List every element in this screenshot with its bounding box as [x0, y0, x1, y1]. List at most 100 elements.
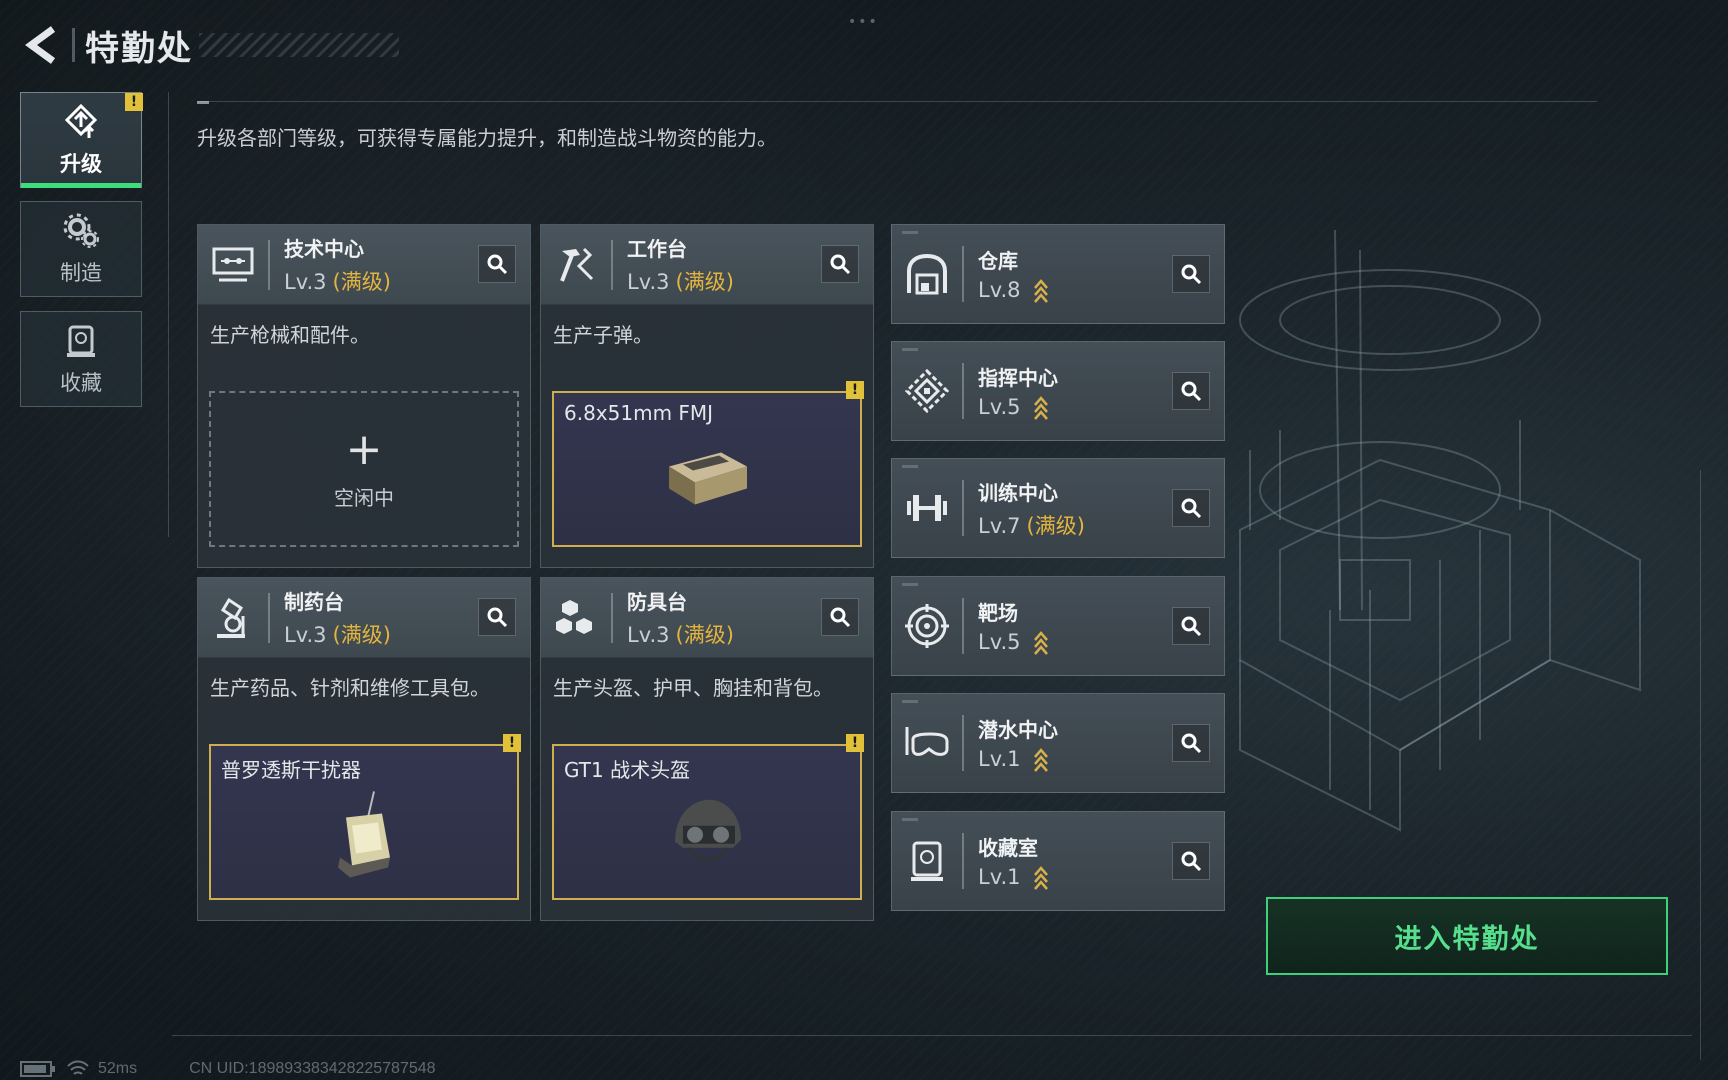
- diving-mask-icon: [892, 693, 962, 793]
- inspect-button[interactable]: [1172, 724, 1210, 762]
- facility-row-command-center[interactable]: 指挥中心 Lv.5: [891, 341, 1225, 441]
- search-icon: [487, 607, 508, 628]
- search-icon: [487, 254, 508, 275]
- ammo-box-image: [669, 452, 747, 505]
- production-slot[interactable]: GT1 战术头盔 !: [552, 734, 864, 900]
- facility-row-diving-center[interactable]: 潜水中心 Lv.1: [891, 693, 1225, 793]
- search-icon: [830, 607, 851, 628]
- row-divider: [962, 246, 964, 302]
- nav-tab-label: 制造: [60, 261, 102, 285]
- inspect-button[interactable]: [1172, 372, 1210, 410]
- inspect-button[interactable]: [1172, 489, 1210, 527]
- level-value: Lv.5: [978, 629, 1021, 654]
- facility-level: Lv.1: [978, 747, 1058, 773]
- inspect-button[interactable]: [478, 598, 516, 636]
- enter-button-label: 进入特勤处: [1394, 923, 1540, 955]
- facility-name: 训练中心: [978, 480, 1058, 505]
- search-icon: [1181, 616, 1202, 637]
- row-divider: [962, 833, 964, 889]
- status-footer: 52ms CN UID:18989338342822578754­8: [20, 1058, 436, 1080]
- facility-name: 技术中心: [284, 237, 364, 261]
- level-value: Lv.8: [978, 277, 1021, 302]
- inspect-button[interactable]: [821, 598, 859, 636]
- card-header: 防具台 Lv.3 (满级): [541, 578, 873, 658]
- inspect-button[interactable]: [1172, 607, 1210, 645]
- back-arrow-icon: [25, 26, 56, 64]
- jammer-device-image: [338, 791, 390, 878]
- right-divider: [1700, 470, 1701, 1060]
- divider-tick: [197, 101, 209, 104]
- wifi-icon: [67, 1060, 89, 1075]
- header-divider: [268, 592, 270, 643]
- uid-text: CN UID:18989338342822578754­8: [189, 1060, 436, 1077]
- facility-card-armor-bench: 防具台 Lv.3 (满级) 生产头盔、护甲、胸挂和背包。 GT1 战术头盔 !: [540, 577, 874, 921]
- row-divider: [962, 715, 964, 771]
- warning-badge: !: [503, 734, 521, 752]
- level-value: Lv.1: [978, 746, 1021, 771]
- maxed-label: (满级): [675, 623, 734, 647]
- level-value: Lv.5: [978, 394, 1021, 419]
- inspect-button[interactable]: [478, 245, 516, 283]
- level-value: Lv.3: [284, 270, 327, 294]
- page-title: 特勤处: [85, 28, 193, 69]
- maxed-label: (满级): [332, 270, 391, 294]
- facility-name: 收藏室: [978, 835, 1038, 860]
- facility-card-workbench: 工作台 Lv.3 (满级) 生产子弹。 6.8x51mm FMJ !: [540, 224, 874, 568]
- facility-row-collection-room[interactable]: 收藏室 Lv.1: [891, 811, 1225, 911]
- base-scene-illustration: [1239, 230, 1641, 832]
- maxed-label: (满级): [675, 270, 734, 294]
- upgrade-icon: [61, 102, 101, 142]
- nav-tab-label: 升级: [60, 152, 102, 176]
- cubes-icon: [541, 578, 611, 658]
- search-icon: [830, 254, 851, 275]
- inspect-button[interactable]: [1172, 255, 1210, 293]
- search-icon: [1181, 733, 1202, 754]
- nav-tab-craft[interactable]: 制造: [20, 201, 142, 297]
- ping-value: 52ms: [98, 1060, 138, 1077]
- upgrade-available-icon: [1034, 865, 1049, 890]
- row-divider: [962, 363, 964, 419]
- battery-icon: [20, 1061, 55, 1077]
- nav-tab-collection[interactable]: 收藏: [20, 311, 142, 407]
- warning-badge: !: [846, 734, 864, 752]
- facility-name: 工作台: [627, 237, 687, 261]
- target-icon: [892, 576, 962, 676]
- upgrade-available-icon: [1034, 278, 1049, 303]
- facility-description: 生产药品、针剂和维修工具包。: [210, 676, 490, 700]
- search-icon: [1181, 498, 1202, 519]
- helmet-image: [675, 799, 741, 862]
- collection-icon: [61, 321, 101, 361]
- enter-special-ops-button[interactable]: 进入特勤处: [1266, 897, 1668, 975]
- card-header: 技术中心 Lv.3 (满级): [198, 225, 530, 305]
- bottom-divider: [172, 1035, 1692, 1036]
- inspect-button[interactable]: [821, 245, 859, 283]
- card-header: 工作台 Lv.3 (满级): [541, 225, 873, 305]
- monitor-icon: [198, 225, 268, 305]
- collection-room-icon: [892, 811, 962, 911]
- back-button[interactable]: [20, 20, 62, 70]
- facility-row-training-center[interactable]: 训练中心 Lv.7 (满级): [891, 458, 1225, 558]
- header-divider: [72, 28, 75, 62]
- header: 特勤处: [20, 20, 399, 70]
- facility-row-warehouse[interactable]: 仓库 Lv.8: [891, 224, 1225, 324]
- production-slot[interactable]: 6.8x51mm FMJ !: [552, 381, 864, 547]
- production-slot[interactable]: 普罗透斯干扰器 !: [209, 734, 521, 900]
- nav-tab-label: 收藏: [60, 371, 102, 395]
- inspect-button[interactable]: [1172, 842, 1210, 880]
- page-description: 升级各部门等级，可获得专属能力提升，和制造战斗物资的能力。: [197, 126, 777, 150]
- facility-description: 生产头盔、护甲、胸挂和背包。: [553, 676, 833, 700]
- microscope-icon: [198, 578, 268, 658]
- nav-tab-upgrade[interactable]: 升级 !: [20, 92, 143, 188]
- facility-level: Lv.7 (满级): [978, 510, 1085, 540]
- warehouse-icon: [892, 224, 962, 324]
- level-value: Lv.1: [978, 864, 1021, 889]
- hammer-icon: [541, 225, 611, 305]
- facility-row-shooting-range[interactable]: 靶场 Lv.5: [891, 576, 1225, 676]
- search-icon: [1181, 851, 1202, 872]
- production-slot-empty[interactable]: + 空闲中: [209, 391, 519, 547]
- header-divider: [268, 239, 270, 290]
- gears-icon: [61, 211, 101, 251]
- warning-badge: !: [846, 381, 864, 399]
- facility-level: Lv.3 (满级): [627, 266, 734, 296]
- item-name: 6.8x51mm FMJ: [564, 401, 714, 425]
